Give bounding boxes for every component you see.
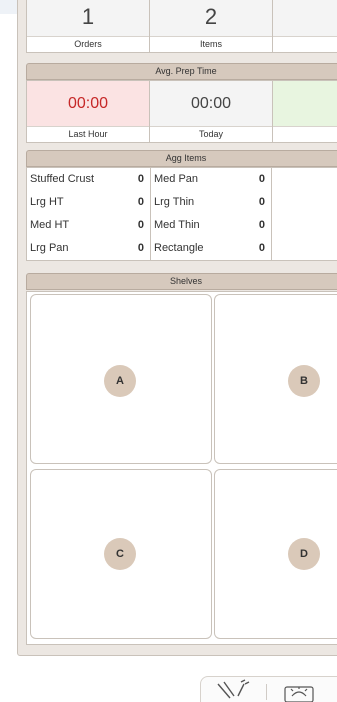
toolbar-divider bbox=[266, 684, 267, 700]
prep-today: 00:00 Today bbox=[150, 81, 273, 142]
shelf-a[interactable]: A bbox=[30, 294, 212, 464]
agg-item: Med Pan 0 bbox=[154, 168, 265, 190]
stat-orders: 1 Orders bbox=[27, 0, 150, 52]
stat-hold: Ho bbox=[273, 0, 337, 52]
agg-item-count: 0 bbox=[258, 219, 265, 231]
prep-last-hour: 00:00 Last Hour bbox=[27, 81, 150, 142]
utensils-icon[interactable] bbox=[214, 676, 254, 700]
prep-last-hour-label: Last Hour bbox=[27, 126, 149, 142]
prep-time-header: Avg. Prep Time bbox=[26, 63, 337, 80]
prep-week-label: We bbox=[273, 126, 337, 142]
agg-items-header: Agg Items bbox=[26, 150, 337, 167]
agg-col-1: Stuffed Crust 0 Lrg HT 0 Med HT 0 Lrg Pa… bbox=[27, 168, 151, 260]
agg-item: Lrg HT 0 bbox=[30, 191, 144, 213]
agg-item: Rectangle 0 bbox=[154, 237, 265, 259]
stat-orders-label: Orders bbox=[27, 36, 149, 52]
shelf-c-badge: C bbox=[104, 538, 136, 570]
stat-items: 2 Items bbox=[150, 0, 273, 52]
agg-item-name: Med Pan bbox=[154, 173, 199, 185]
agg-item-count: 0 bbox=[258, 173, 265, 185]
prep-today-value: 00:00 bbox=[190, 95, 232, 112]
agg-item: Med HT 0 bbox=[30, 214, 144, 236]
oven-icon[interactable] bbox=[282, 682, 318, 702]
shelf-c[interactable]: C bbox=[30, 469, 212, 639]
footer bbox=[0, 662, 337, 702]
shelf-d-badge: D bbox=[288, 538, 320, 570]
panel-inner: 1 Orders 2 Items Ho Avg. Prep Time 00:00 bbox=[26, 0, 337, 655]
agg-item-name: Rectangle bbox=[154, 242, 204, 254]
shelf-b-badge: B bbox=[288, 365, 320, 397]
agg-item-count: 0 bbox=[258, 242, 265, 254]
stats-row: 1 Orders 2 Items Ho bbox=[26, 0, 337, 53]
agg-item-count: 0 bbox=[137, 173, 144, 185]
agg-item-name: Med Thin bbox=[154, 219, 200, 231]
agg-item-name: Med HT bbox=[30, 219, 70, 231]
agg-item-count: 0 bbox=[137, 242, 144, 254]
stat-items-label: Items bbox=[150, 36, 272, 52]
stat-items-value: 2 bbox=[204, 4, 218, 29]
agg-item: Med Thin 0 bbox=[154, 214, 265, 236]
agg-item-name: Lrg Thin bbox=[154, 196, 195, 208]
agg-item-name: Lrg Pan bbox=[30, 242, 69, 254]
prep-week: 02 We bbox=[273, 81, 337, 142]
agg-item-name: Stuffed Crust bbox=[30, 173, 94, 185]
prep-today-label: Today bbox=[150, 126, 272, 142]
agg-item: Stuffed Crust 0 bbox=[30, 168, 144, 190]
shelf-a-badge: A bbox=[104, 365, 136, 397]
stat-orders-value: 1 bbox=[81, 4, 95, 29]
agg-items-table: Stuffed Crust 0 Lrg HT 0 Med HT 0 Lrg Pa… bbox=[26, 167, 337, 261]
agg-item-count: 0 bbox=[137, 196, 144, 208]
stat-hold-label: Ho bbox=[273, 36, 337, 52]
agg-item: Lrg Pan 0 bbox=[30, 237, 144, 259]
agg-col-2: Med Pan 0 Lrg Thin 0 Med Thin 0 Rectangl… bbox=[150, 168, 272, 260]
shelf-b[interactable]: B bbox=[214, 294, 337, 464]
agg-item-count: 0 bbox=[258, 196, 265, 208]
prep-time-row: 00:00 Last Hour 00:00 Today 02 We bbox=[26, 80, 337, 143]
shelves-header: Shelves bbox=[26, 273, 337, 290]
agg-item-name: Lrg HT bbox=[30, 196, 64, 208]
agg-item: Lrg Thin 0 bbox=[154, 191, 265, 213]
agg-item-count: 0 bbox=[137, 219, 144, 231]
prep-week-value: 02 bbox=[273, 95, 337, 113]
shelf-d[interactable]: D bbox=[214, 469, 337, 639]
page: 1 Orders 2 Items Ho Avg. Prep Time 00:00 bbox=[0, 0, 337, 702]
shelves-grid: A B C D bbox=[26, 291, 337, 645]
dashboard-panel: 1 Orders 2 Items Ho Avg. Prep Time 00:00 bbox=[17, 0, 337, 656]
prep-last-hour-value: 00:00 bbox=[67, 95, 109, 112]
